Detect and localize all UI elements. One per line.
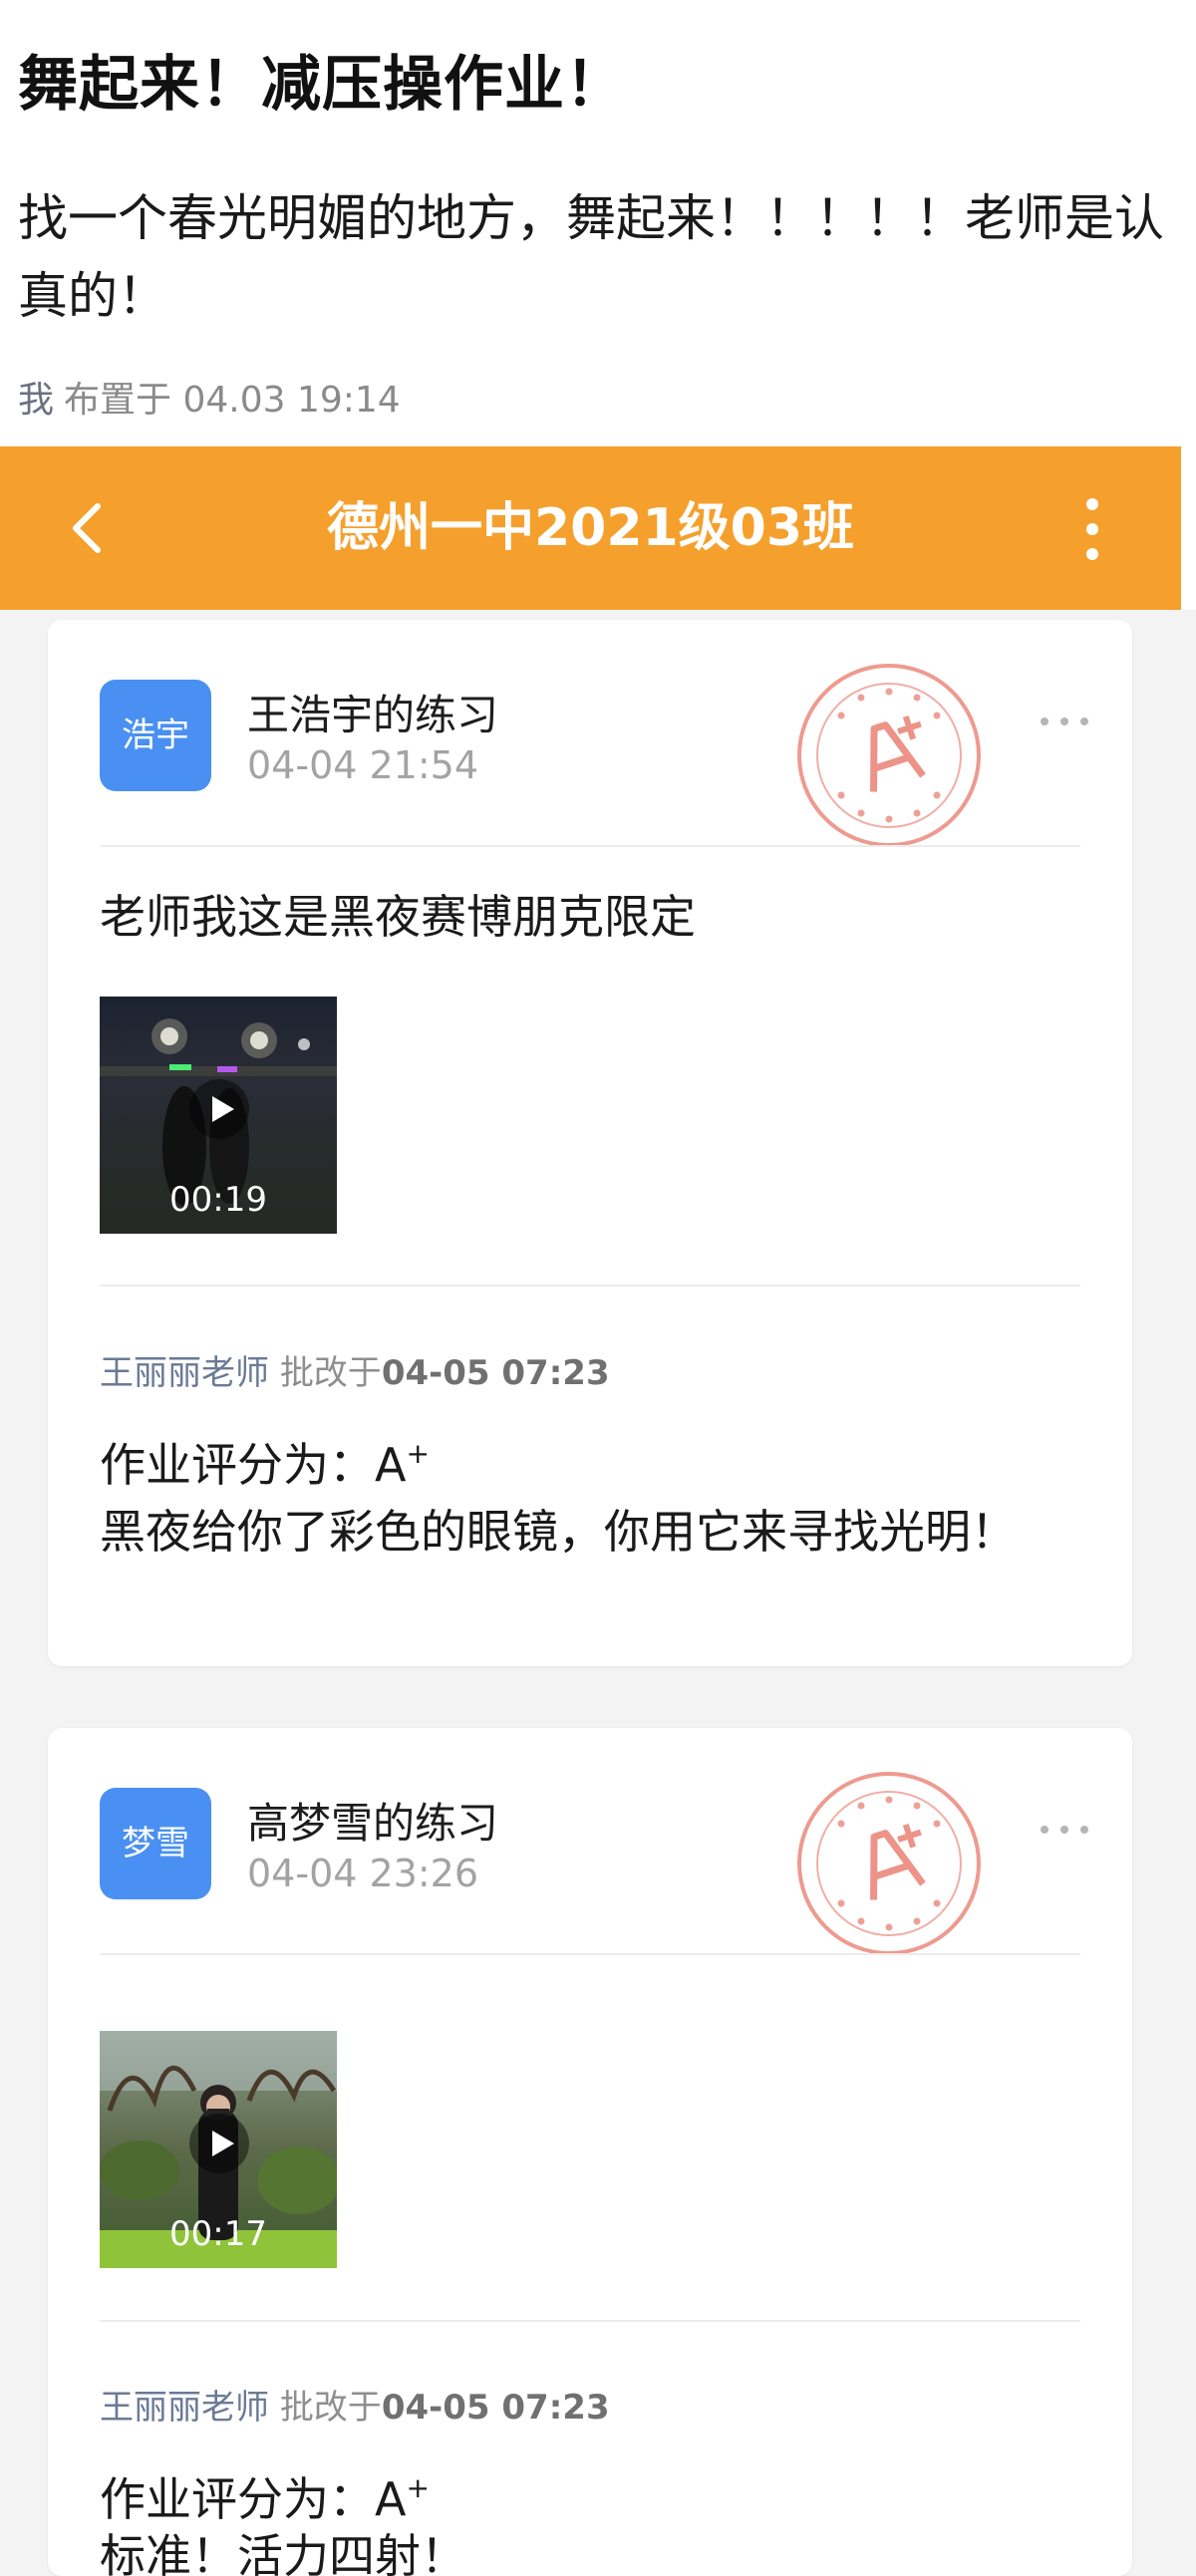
submission-feed: 浩宇 王浩宇的练习 04-04 21:54 老师我这是黑夜赛博朋克限定 00:1… [0, 610, 1196, 2576]
submission-card: 梦雪 高梦雪的练习 04-04 23:26 00:17 王丽丽老师 批改于04-… [48, 1728, 1132, 2576]
play-icon[interactable] [188, 1078, 250, 1140]
avatar[interactable]: 浩宇 [100, 680, 211, 791]
divider [100, 845, 1080, 847]
assignment-title: 舞起来！减压操作业！ [18, 50, 626, 120]
assignment-meta: 我布置于 04.03 19:14 [18, 371, 401, 423]
chevron-left-icon[interactable] [52, 490, 128, 566]
reviewed-label: 批改于 [279, 2388, 382, 2428]
more-options-icon[interactable] [1035, 710, 1094, 733]
divider [100, 1953, 1080, 1955]
submission-title: 高梦雪的练习 [247, 1799, 499, 1848]
assignment-description: 找一个春光明媚的地方，舞起来！！！！！老师是认真的！ [18, 189, 1164, 325]
video-duration: 00:17 [169, 2214, 267, 2254]
submission-time: 04-04 21:54 [247, 743, 479, 787]
teacher-feedback: 黑夜给你了彩色的眼镜，你用它来寻找光明！ [100, 1505, 1017, 1559]
score-line: 作业评分为：A+ [100, 1429, 430, 1495]
submission-time: 04-04 23:26 [247, 1852, 479, 1895]
assignment-header: 舞起来！减压操作业！ 找一个春光明媚的地方，舞起来！！！！！老师是认真的！ 我布… [0, 0, 1196, 446]
play-icon[interactable] [188, 2113, 250, 2174]
grade-stamp-icon [797, 664, 981, 847]
teacher-feedback: 标准！活力四射！ [100, 2529, 466, 2576]
submission-title: 王浩宇的练习 [247, 691, 499, 739]
review-time: 04-05 07:23 [381, 2388, 610, 2428]
score-plus: + [406, 2470, 430, 2504]
review-info: 王丽丽老师 批改于04-05 07:23 [100, 1345, 610, 1394]
video-thumbnail[interactable]: 00:17 [100, 2031, 337, 2268]
navbar: 德州一中2021级03班 [0, 446, 1181, 610]
more-options-icon[interactable] [1035, 1818, 1094, 1842]
review-info: 王丽丽老师 批改于04-05 07:23 [100, 2380, 610, 2429]
assignment-posted-time: 布置于 04.03 19:14 [64, 380, 401, 421]
reviewer-name[interactable]: 王丽丽老师 [100, 1353, 269, 1393]
reviewed-label: 批改于 [279, 1353, 382, 1393]
video-duration: 00:19 [169, 1180, 267, 1220]
score-label: 作业评分为： [100, 2472, 375, 2526]
score-label: 作业评分为： [100, 1438, 375, 1492]
submission-comment: 老师我这是黑夜赛博朋克限定 [100, 890, 696, 944]
score-value: A [375, 2472, 407, 2526]
divider [100, 2320, 1080, 2322]
reviewer-name[interactable]: 王丽丽老师 [100, 2388, 269, 2428]
assignment-author[interactable]: 我 [18, 380, 54, 421]
submission-card: 浩宇 王浩宇的练习 04-04 21:54 老师我这是黑夜赛博朋克限定 00:1… [48, 620, 1132, 1666]
review-time: 04-05 07:23 [381, 1353, 610, 1393]
class-title: 德州一中2021级03班 [326, 498, 855, 558]
video-thumbnail[interactable]: 00:19 [100, 997, 337, 1234]
avatar[interactable]: 梦雪 [100, 1788, 211, 1899]
score-value: A [375, 1438, 407, 1492]
divider [100, 1285, 1080, 1287]
vertical-dots-icon[interactable] [1072, 494, 1112, 564]
grade-stamp-icon [797, 1772, 981, 1955]
score-plus: + [406, 1436, 430, 1470]
